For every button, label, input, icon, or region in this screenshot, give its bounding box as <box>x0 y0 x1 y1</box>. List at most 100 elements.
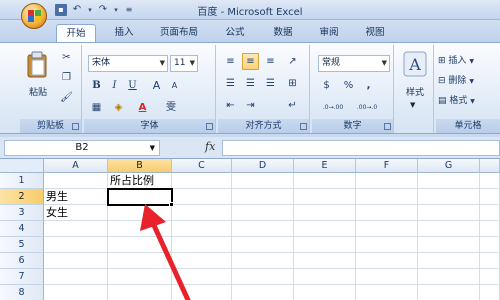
row-header-3[interactable]: 3 <box>0 205 44 221</box>
tab-review[interactable]: 审阅 <box>312 24 346 42</box>
selected-cell-b2[interactable] <box>107 188 173 206</box>
tab-insert[interactable]: 插入 <box>106 24 142 42</box>
grid-cell[interactable] <box>356 221 418 237</box>
tab-formulas[interactable]: 公式 <box>218 24 252 42</box>
grid-cell[interactable] <box>232 269 294 285</box>
paste-label[interactable]: 粘贴 <box>26 85 50 98</box>
grid-cell[interactable] <box>294 173 356 189</box>
number-launcher-icon[interactable] <box>384 123 391 130</box>
row-header-5[interactable]: 5 <box>0 237 44 253</box>
insert-cells-button[interactable]: ⊞ 插入 ▼ <box>438 53 498 70</box>
grid-cell[interactable] <box>480 269 500 285</box>
fill-color-icon[interactable]: ◈ <box>110 99 127 116</box>
grid-cell[interactable] <box>172 253 232 269</box>
wrap-text-icon[interactable]: ↵ <box>284 97 301 114</box>
grid-cell[interactable] <box>418 173 480 189</box>
grid-cell[interactable] <box>172 173 232 189</box>
format-painter-icon[interactable]: 🖌 <box>58 89 75 106</box>
tab-home[interactable]: 开始 <box>56 24 96 42</box>
underline-button[interactable]: U <box>124 77 141 94</box>
column-header-f[interactable]: F <box>356 159 418 173</box>
align-middle-icon[interactable]: ≡ <box>242 53 259 70</box>
grid-cell[interactable] <box>480 253 500 269</box>
grow-font-button[interactable]: A <box>148 77 165 94</box>
grid-cell[interactable] <box>356 269 418 285</box>
decrease-indent-icon[interactable]: ⇤ <box>222 97 239 114</box>
tab-page-layout[interactable]: 页面布局 <box>150 24 208 42</box>
merge-center-icon[interactable]: ⊞ <box>284 75 301 92</box>
bold-button[interactable]: B <box>88 77 105 94</box>
column-header-g[interactable]: G <box>418 159 480 173</box>
font-color-button[interactable]: A <box>134 99 151 116</box>
grid-cell[interactable] <box>480 173 500 189</box>
grid-cell[interactable] <box>172 269 232 285</box>
grid-cell[interactable] <box>294 253 356 269</box>
tab-data[interactable]: 数据 <box>266 24 300 42</box>
grid-cell[interactable] <box>108 237 172 253</box>
grid-cell[interactable] <box>172 285 232 300</box>
grid-cell[interactable] <box>480 205 500 221</box>
column-header-d[interactable]: D <box>232 159 294 173</box>
font-size-select[interactable]: 11 ▼ <box>170 55 198 72</box>
grid-cell[interactable] <box>418 221 480 237</box>
grid-cell[interactable] <box>480 237 500 253</box>
clipboard-launcher-icon[interactable] <box>72 123 79 130</box>
grid-cell[interactable] <box>356 285 418 300</box>
grid-cell[interactable] <box>480 189 500 205</box>
grid-cell[interactable] <box>232 205 294 221</box>
column-header-c[interactable]: C <box>172 159 232 173</box>
fill-handle[interactable] <box>169 202 174 207</box>
increase-indent-icon[interactable]: ⇥ <box>242 97 259 114</box>
shrink-font-button[interactable]: A <box>166 77 183 94</box>
align-bottom-icon[interactable]: ≡ <box>262 53 279 70</box>
row-header-4[interactable]: 4 <box>0 221 44 237</box>
comma-button[interactable]: , <box>360 77 377 94</box>
column-header-a[interactable]: A <box>44 159 108 173</box>
borders-icon[interactable]: ▦ <box>88 99 105 116</box>
grid-cell[interactable] <box>294 285 356 300</box>
grid-cell[interactable] <box>418 189 480 205</box>
insert-function-button[interactable]: fx <box>205 140 215 153</box>
grid-cell[interactable] <box>356 173 418 189</box>
grid-cell[interactable] <box>418 253 480 269</box>
grid-cell[interactable] <box>44 221 108 237</box>
format-cells-button[interactable]: ▤ 格式 ▼ <box>438 93 498 110</box>
copy-icon[interactable]: ❐ <box>58 69 75 86</box>
select-all-corner[interactable] <box>0 159 44 173</box>
grid-cell[interactable] <box>418 285 480 300</box>
grid-cell[interactable] <box>44 173 108 189</box>
number-format-select[interactable]: 常规 ▼ <box>318 55 390 72</box>
grid-cell[interactable] <box>418 237 480 253</box>
orientation-icon[interactable]: ↗ <box>284 53 301 70</box>
grid-cell[interactable] <box>172 189 232 205</box>
grid-cell[interactable] <box>232 173 294 189</box>
cut-icon[interactable]: ✂ <box>58 49 75 66</box>
grid-cell[interactable] <box>232 221 294 237</box>
paste-icon[interactable] <box>26 51 48 79</box>
grid-cell[interactable] <box>232 189 294 205</box>
column-header-more[interactable] <box>480 159 500 173</box>
decrease-decimal-button[interactable]: .00→.0 <box>352 99 382 116</box>
grid-cell[interactable] <box>356 253 418 269</box>
grid-cell[interactable] <box>480 221 500 237</box>
tab-view[interactable]: 视图 <box>358 24 392 42</box>
phonetic-button[interactable]: 雯 <box>160 99 182 116</box>
cell-a3[interactable]: 女生 <box>44 205 108 221</box>
grid-cell[interactable] <box>44 285 108 300</box>
grid-cell[interactable] <box>294 237 356 253</box>
cell-a2[interactable]: 男生 <box>44 189 108 205</box>
grid-cell[interactable] <box>108 285 172 300</box>
grid-cell[interactable] <box>232 237 294 253</box>
grid-cell[interactable] <box>294 269 356 285</box>
align-center-icon[interactable]: ☰ <box>242 75 259 92</box>
grid-cell[interactable] <box>356 189 418 205</box>
cell-b1[interactable]: 所占比例 <box>108 173 172 189</box>
grid-cell[interactable] <box>356 205 418 221</box>
currency-button[interactable]: $ <box>318 77 335 94</box>
font-launcher-icon[interactable] <box>206 123 213 130</box>
styles-label[interactable]: 样式 <box>398 85 432 98</box>
row-header-8[interactable]: 8 <box>0 285 44 300</box>
grid-cell[interactable] <box>172 205 232 221</box>
grid-cell[interactable] <box>108 253 172 269</box>
increase-decimal-button[interactable]: .0→.00 <box>318 99 348 116</box>
